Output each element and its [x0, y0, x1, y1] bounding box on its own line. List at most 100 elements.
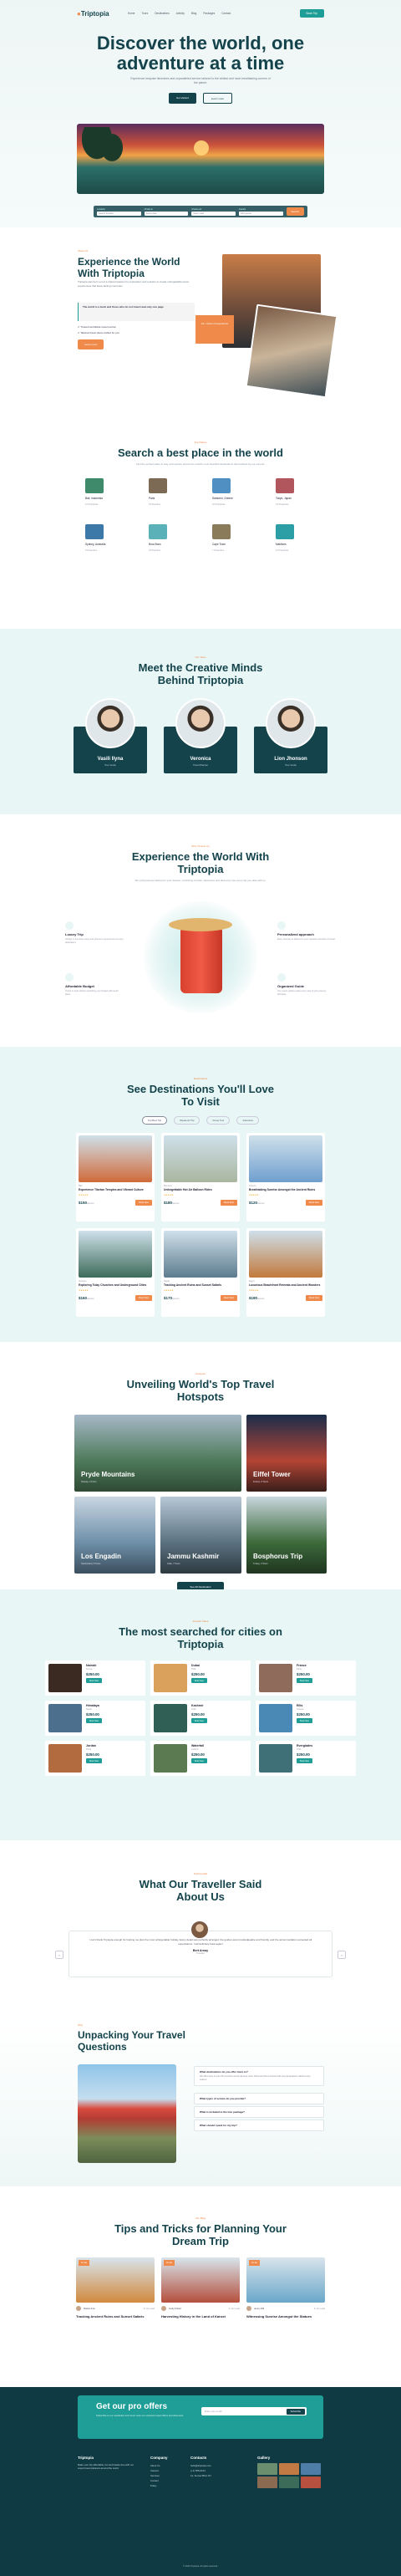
- city-book-button[interactable]: Book Now: [86, 1758, 102, 1763]
- tab-top-best-trip[interactable]: Top Best Trip: [141, 1116, 168, 1125]
- subscribe-button[interactable]: Subscribe: [286, 2408, 305, 2415]
- blog-card[interactable]: 24 Jan Jenny Wil 6 min read Witnessing Sunr…: [246, 2257, 325, 2318]
- city-price: $250.00: [297, 1672, 310, 1676]
- place-item[interactable]: Santorini, Greece 10 Properties: [212, 477, 262, 506]
- hero-subtitle: Experience bespoke itineraries and unpar…: [130, 77, 271, 84]
- cities-eyebrow: Popular Cities: [192, 1620, 209, 1623]
- team-card[interactable]: Vasili Ilyna Tour Guide: [74, 698, 147, 773]
- prev-arrow-icon[interactable]: ‹: [55, 1951, 63, 1959]
- destination-card[interactable]: Nepal Tracking Ancient Ruins and Sunset S…: [161, 1228, 240, 1317]
- nav-item-tours[interactable]: Tours: [141, 12, 148, 15]
- nav-item-packages[interactable]: Packages: [203, 12, 215, 15]
- faq-item[interactable]: What is included in the tour package?: [194, 2106, 324, 2118]
- nav-item-activity[interactable]: Activity: [176, 12, 185, 15]
- place-item[interactable]: Bali, Indonesia 12 Properties: [85, 477, 135, 506]
- city-card[interactable]: Himalaya Nepal $250.00 Book Now: [45, 1701, 145, 1736]
- city-card[interactable]: Everglades USA $250.00 Book Now: [256, 1741, 356, 1776]
- destination-card[interactable]: Vietnam Exploring Tulay Churches and Unde…: [76, 1228, 155, 1317]
- hotspot-card[interactable]: Jammu Kashmir India, 7 Tours: [160, 1497, 241, 1574]
- search-field-checkout[interactable]: Check-out Select date: [191, 208, 236, 216]
- city-book-button[interactable]: Book Now: [191, 1718, 207, 1723]
- navbar: ●Triptopia Home Tours Destinations Activity…: [0, 0, 401, 27]
- book-now-button[interactable]: Book Now: [306, 1199, 322, 1206]
- city-book-button[interactable]: Book Now: [297, 1718, 312, 1723]
- city-card[interactable]: Kashmir India $250.00 Book Now: [150, 1701, 251, 1736]
- about-image-2: [245, 304, 338, 399]
- avatar: [76, 2306, 81, 2311]
- city-name: Jordan: [86, 1744, 96, 1747]
- blog-card[interactable]: 12 Jan Robert Fox 5 min read Tracking Ancie…: [76, 2257, 155, 2318]
- place-item[interactable]: Tokyo, Japan 14 Properties: [276, 477, 326, 506]
- city-book-button[interactable]: Book Now: [191, 1678, 207, 1683]
- destination-card[interactable]: Morocco Unforgettable Hot Air Balloon Rid…: [161, 1133, 240, 1222]
- city-book-button[interactable]: Book Now: [86, 1678, 102, 1683]
- about-learn-more-button[interactable]: Learn more: [78, 339, 104, 349]
- destination-card[interactable]: Egypt Luxurious Beachfront Retreats and A…: [246, 1228, 325, 1317]
- destinations-section: Destinations See Destinations You'll Lov…: [0, 1047, 401, 1342]
- place-item[interactable]: Cape Town 7 Properties: [212, 523, 262, 552]
- city-card[interactable]: Waterfall Iceland $250.00 Book Now: [150, 1741, 251, 1776]
- city-card[interactable]: Dubai UAE $250.00 Book Now: [150, 1660, 251, 1696]
- place-item[interactable]: Paris 8 Properties: [149, 477, 199, 506]
- faq-item[interactable]: What types of service do you provide?: [194, 2093, 324, 2104]
- user-icon: [277, 921, 286, 930]
- hotspot-card[interactable]: Pryde Mountains Norway, 4 Tours: [74, 1415, 241, 1492]
- hero-section: ●Triptopia Home Tours Destinations Activity…: [0, 0, 401, 227]
- city-book-button[interactable]: Book Now: [297, 1758, 312, 1763]
- blog-card[interactable]: 18 Jan Cody Fisher 4 min read Harvesting Hi…: [161, 2257, 240, 2318]
- city-book-button[interactable]: Book Now: [297, 1678, 312, 1683]
- learn-more-button[interactable]: Learn more: [202, 93, 233, 104]
- footer-link[interactable]: Policy: [150, 2483, 168, 2488]
- nav-item-blog[interactable]: Blog: [191, 12, 196, 15]
- search-field-checkin[interactable]: Check-in Select date: [144, 208, 189, 216]
- city-card[interactable]: Jordan Petra $250.00 Book Now: [45, 1741, 145, 1776]
- place-item[interactable]: Sydney, Australia 9 Properties: [85, 523, 135, 552]
- nav-item-destinations[interactable]: Destinations: [155, 12, 170, 15]
- team-card[interactable]: Veronica Travel Planner: [164, 698, 237, 773]
- book-now-button[interactable]: Book Now: [221, 1199, 237, 1206]
- nav-menu: Home Tours Destinations Activity Blog Package…: [128, 12, 231, 15]
- get-started-button[interactable]: Get started: [168, 93, 196, 104]
- hero-image: [77, 124, 324, 194]
- faq-item[interactable]: What destinations do you offer tours to?…: [194, 2066, 324, 2086]
- city-card[interactable]: Nairobi Kenya $250.00 Book Now: [45, 1660, 145, 1696]
- logo[interactable]: ●Triptopia: [77, 10, 109, 18]
- hotspot-card[interactable]: Bosphorus Trip Turkey, 3 Tours: [246, 1497, 327, 1574]
- tab-group-tour[interactable]: Group Tour: [206, 1116, 231, 1125]
- rating-stars-icon: ★★★★★: [249, 1288, 259, 1292]
- city-book-button[interactable]: Book Now: [86, 1718, 102, 1723]
- wallet-icon: [65, 973, 74, 982]
- city-card[interactable]: Ellis Greece $250.00 Book Now: [256, 1701, 356, 1736]
- city-photo: [48, 1664, 82, 1692]
- book-now-button[interactable]: Book Now: [135, 1199, 152, 1206]
- book-now-button[interactable]: Book Now: [135, 1294, 152, 1301]
- newsletter-banner: Get our pro offers Subscribe to our news…: [78, 2395, 323, 2439]
- email-input[interactable]: Enter your email Subscribe: [201, 2407, 307, 2415]
- faq-eyebrow: FAQ: [78, 2023, 84, 2027]
- city-card[interactable]: France Paris $250.00 Book Now: [256, 1660, 356, 1696]
- place-item[interactable]: Bora Bora 6 Properties: [149, 523, 199, 552]
- next-arrow-icon[interactable]: ›: [338, 1951, 346, 1959]
- tab-weekend-trip[interactable]: Weekend Trip: [174, 1116, 200, 1125]
- read-time: 5 min read: [143, 2307, 155, 2310]
- book-now-button[interactable]: Book Now: [221, 1294, 237, 1301]
- place-item[interactable]: Maldives 11 Properties: [276, 523, 326, 552]
- blog-date: 18 Jan: [164, 2260, 175, 2266]
- book-trip-button[interactable]: Book Trip: [299, 9, 324, 18]
- faq-item[interactable]: What should I pack for my trip?: [194, 2119, 324, 2131]
- book-now-button[interactable]: Book Now: [306, 1294, 322, 1301]
- search-field-guests[interactable]: Guests Add guests: [238, 208, 283, 216]
- search-button[interactable]: Search: [286, 207, 305, 216]
- nav-item-home[interactable]: Home: [128, 12, 135, 15]
- destination-card[interactable]: Greece Breathtaking Sunrise Amongst the A…: [246, 1133, 325, 1222]
- hotspot-card[interactable]: Los Engadin Switzerland, 5 Tours: [74, 1497, 155, 1574]
- destination-card[interactable]: Bali Experience Tibetan Temples and Vibra…: [76, 1133, 155, 1222]
- nav-item-contact[interactable]: Contact: [221, 12, 231, 15]
- tab-adventure[interactable]: Adventure: [236, 1116, 260, 1125]
- hotspot-card[interactable]: Eiffel Tower France, 6 Tours: [246, 1415, 327, 1492]
- footer-logo[interactable]: Triptopia: [78, 2456, 136, 2461]
- search-field-location[interactable]: Location Search location: [97, 208, 141, 216]
- city-country: Petra: [86, 1748, 92, 1751]
- city-book-button[interactable]: Book Now: [191, 1758, 207, 1763]
- team-card[interactable]: Lion Jhonson Tour Guide: [254, 698, 327, 773]
